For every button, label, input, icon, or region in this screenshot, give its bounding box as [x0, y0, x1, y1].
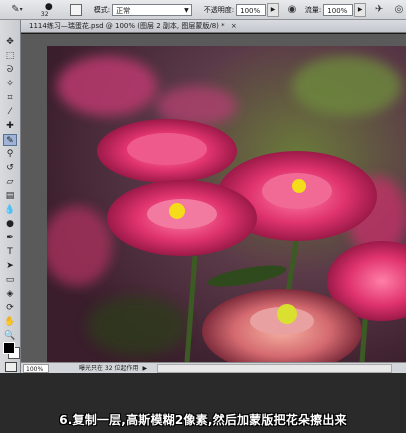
quick-select-tool-icon[interactable]: ✧: [3, 78, 17, 90]
quick-mask-icon[interactable]: [5, 362, 17, 372]
pressure-size-icon[interactable]: ◎: [392, 3, 406, 17]
history-brush-tool-icon[interactable]: ↺: [3, 162, 17, 174]
marquee-tool-icon[interactable]: ⬚: [3, 50, 17, 62]
healing-brush-tool-icon[interactable]: ✚: [3, 120, 17, 132]
tool-preset-picker[interactable]: ✎ ▾: [4, 2, 30, 18]
type-tool-icon[interactable]: T: [3, 246, 17, 258]
canvas-area[interactable]: [21, 34, 406, 374]
hand-tool-icon[interactable]: ✋: [3, 316, 17, 328]
flow-label: 流量:: [304, 5, 322, 14]
eraser-tool-icon[interactable]: ▱: [3, 176, 17, 188]
flow-input[interactable]: 100%: [323, 3, 354, 16]
3d-rotate-tool-icon[interactable]: ◈: [3, 288, 17, 300]
options-bar: ✎ ▾ ● 32 模式: 正常 ▼ 不透明度: 100% ▶ ◉ 流量: 100…: [0, 0, 406, 20]
move-tool-icon[interactable]: ✥: [3, 36, 17, 48]
close-icon[interactable]: ×: [231, 22, 237, 30]
tools-panel: ✥ ⬚ ᘐ ✧ ⌗ ⁄ ✚ ✎ ⚲ ↺ ▱ ▤ 💧 ● ✒ T ➤ ▭ ◈ ⟳ …: [0, 20, 21, 373]
foreground-color-swatch[interactable]: [3, 342, 15, 354]
gradient-tool-icon[interactable]: ▤: [3, 190, 17, 202]
3d-orbit-tool-icon[interactable]: ⟳: [3, 302, 17, 314]
status-message: 曝光只在 32 位起作用: [79, 364, 139, 372]
flow-dropdown-button[interactable]: ▶: [354, 2, 367, 17]
chevron-down-icon: ▼: [184, 6, 189, 14]
brush-size-value: 32: [40, 10, 49, 18]
mode-label: 模式:: [93, 5, 111, 14]
brush-picker[interactable]: ● 32: [38, 1, 60, 19]
dodge-tool-icon[interactable]: ●: [3, 218, 17, 230]
brush-panel-toggle[interactable]: [69, 3, 82, 16]
mode-value: 正常: [116, 6, 131, 15]
blur-tool-icon[interactable]: 💧: [3, 204, 17, 216]
mode-select[interactable]: 正常 ▼: [112, 3, 192, 16]
eyedropper-tool-icon[interactable]: ⁄: [3, 106, 17, 118]
brush-tool-icon[interactable]: ✎: [3, 134, 17, 146]
status-bar: 100% 曝光只在 32 位起作用 ▶: [21, 362, 406, 373]
crop-tool-icon[interactable]: ⌗: [3, 92, 17, 104]
caption-bar: 6.复制一层,高斯模糊2像素,然后加蒙版把花朵擦出来: [0, 373, 406, 433]
chevron-down-icon: ▾: [19, 6, 23, 13]
pressure-opacity-icon[interactable]: ◉: [285, 3, 299, 17]
opacity-label: 不透明度:: [203, 5, 235, 14]
clone-stamp-tool-icon[interactable]: ⚲: [3, 148, 17, 160]
opacity-value: 100%: [240, 6, 261, 15]
path-select-tool-icon[interactable]: ➤: [3, 260, 17, 272]
zoom-tool-icon[interactable]: 🔍: [3, 330, 17, 342]
opacity-dropdown-button[interactable]: ▶: [267, 2, 279, 17]
brush-icon: ✎: [11, 4, 20, 15]
zoom-input[interactable]: 100%: [23, 363, 49, 373]
shape-tool-icon[interactable]: ▭: [3, 274, 17, 286]
document-title: 1114练习—瑞蛋花.psd @ 100% (图层 2 副本, 图层蒙版/8) …: [29, 22, 225, 30]
opacity-input[interactable]: 100%: [236, 3, 267, 16]
document-tab[interactable]: 1114练习—瑞蛋花.psd @ 100% (图层 2 副本, 图层蒙版/8) …: [21, 20, 406, 33]
pen-tool-icon[interactable]: ✒: [3, 232, 17, 244]
lasso-tool-icon[interactable]: ᘐ: [3, 64, 17, 76]
flower-photo: [47, 46, 406, 362]
status-menu-arrow-icon[interactable]: ▶: [142, 363, 147, 374]
caption-text: 6.复制一层,高斯模糊2像素,然后加蒙版把花朵擦出来: [59, 413, 347, 427]
horizontal-scrollbar[interactable]: [157, 363, 392, 373]
airbrush-icon[interactable]: ✈: [372, 3, 386, 17]
flow-value: 100%: [327, 6, 348, 15]
